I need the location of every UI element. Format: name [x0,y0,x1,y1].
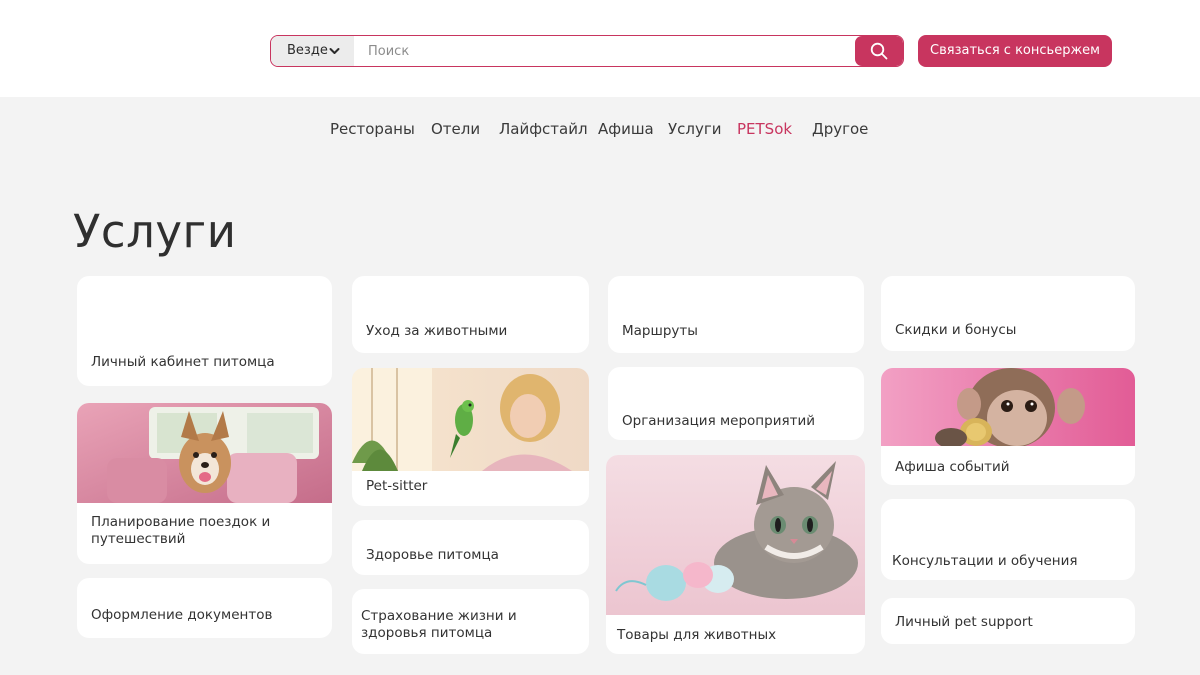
card-label: Планирование поездок и путешествий [91,514,271,547]
search-icon [870,42,888,60]
card-documents[interactable]: Оформление документов [77,578,332,638]
card-pet-sitter[interactable]: Pet-sitter [352,368,589,506]
search-input[interactable] [356,36,846,66]
nav-item-services[interactable]: Услуги [668,120,721,138]
page-title: Услуги [73,205,237,258]
card-label: Афиша событий [895,459,1010,475]
nav-item-lifestyle[interactable]: Лайфстайл [499,120,588,138]
nav-item-petsok[interactable]: PETSok [737,120,792,138]
kitten-with-yarn-image [606,455,865,615]
card-pet-support[interactable]: Личный pet support [881,598,1135,644]
monkey-with-coin-image [881,368,1135,446]
card-label: Маршруты [622,323,698,339]
card-label: Товары для животных [617,627,777,643]
card-trip-planning[interactable]: Планирование поездок и путешествий [77,403,332,564]
card-personal-account[interactable]: Личный кабинет питомца [77,276,332,386]
card-label: Pet-sitter [366,478,428,494]
card-consultations[interactable]: Консультации и обучения [881,499,1135,580]
nav-item-other[interactable]: Другое [812,120,868,138]
nav-item-hotels[interactable]: Отели [431,120,480,138]
card-label: Консультации и обучения [892,553,1078,569]
card-routes[interactable]: Маршруты [608,276,864,353]
card-animal-care[interactable]: Уход за животными [352,276,589,353]
nav-item-restaurants[interactable]: Рестораны [330,120,415,138]
card-events-poster[interactable]: Афиша событий [881,368,1135,485]
dog-in-car-image [77,403,332,503]
card-events-organization[interactable]: Организация мероприятий [608,367,864,440]
card-label: Личный pet support [895,614,1033,630]
nav-item-afisha[interactable]: Афиша [598,120,654,138]
header: Везде Связаться с консьержем [0,0,1200,97]
card-insurance[interactable]: Страхование жизни и здоровья питомца [352,589,589,654]
card-pet-health[interactable]: Здоровье питомца [352,520,589,575]
woman-with-parrot-image [352,368,589,471]
card-label: Оформление документов [91,607,273,623]
card-discounts[interactable]: Скидки и бонусы [881,276,1135,351]
card-label: Уход за животными [366,323,508,339]
card-label: Здоровье питомца [366,547,499,563]
search-scope-dropdown[interactable]: Везде [271,36,354,66]
card-label: Личный кабинет питомца [91,354,275,370]
search-bar: Везде [270,35,904,67]
chevron-down-icon [329,36,340,66]
card-label: Организация мероприятий [622,413,816,429]
contact-concierge-button[interactable]: Связаться с консьержем [918,35,1112,67]
main-nav: Рестораны Отели Лайфстайл Афиша Услуги P… [0,120,1200,142]
search-button[interactable] [855,36,903,66]
card-label: Страхование жизни и здоровья питомца [361,608,517,641]
card-pet-goods[interactable]: Товары для животных [606,455,865,654]
card-label: Скидки и бонусы [895,322,1017,338]
search-scope-label: Везде [287,43,328,58]
